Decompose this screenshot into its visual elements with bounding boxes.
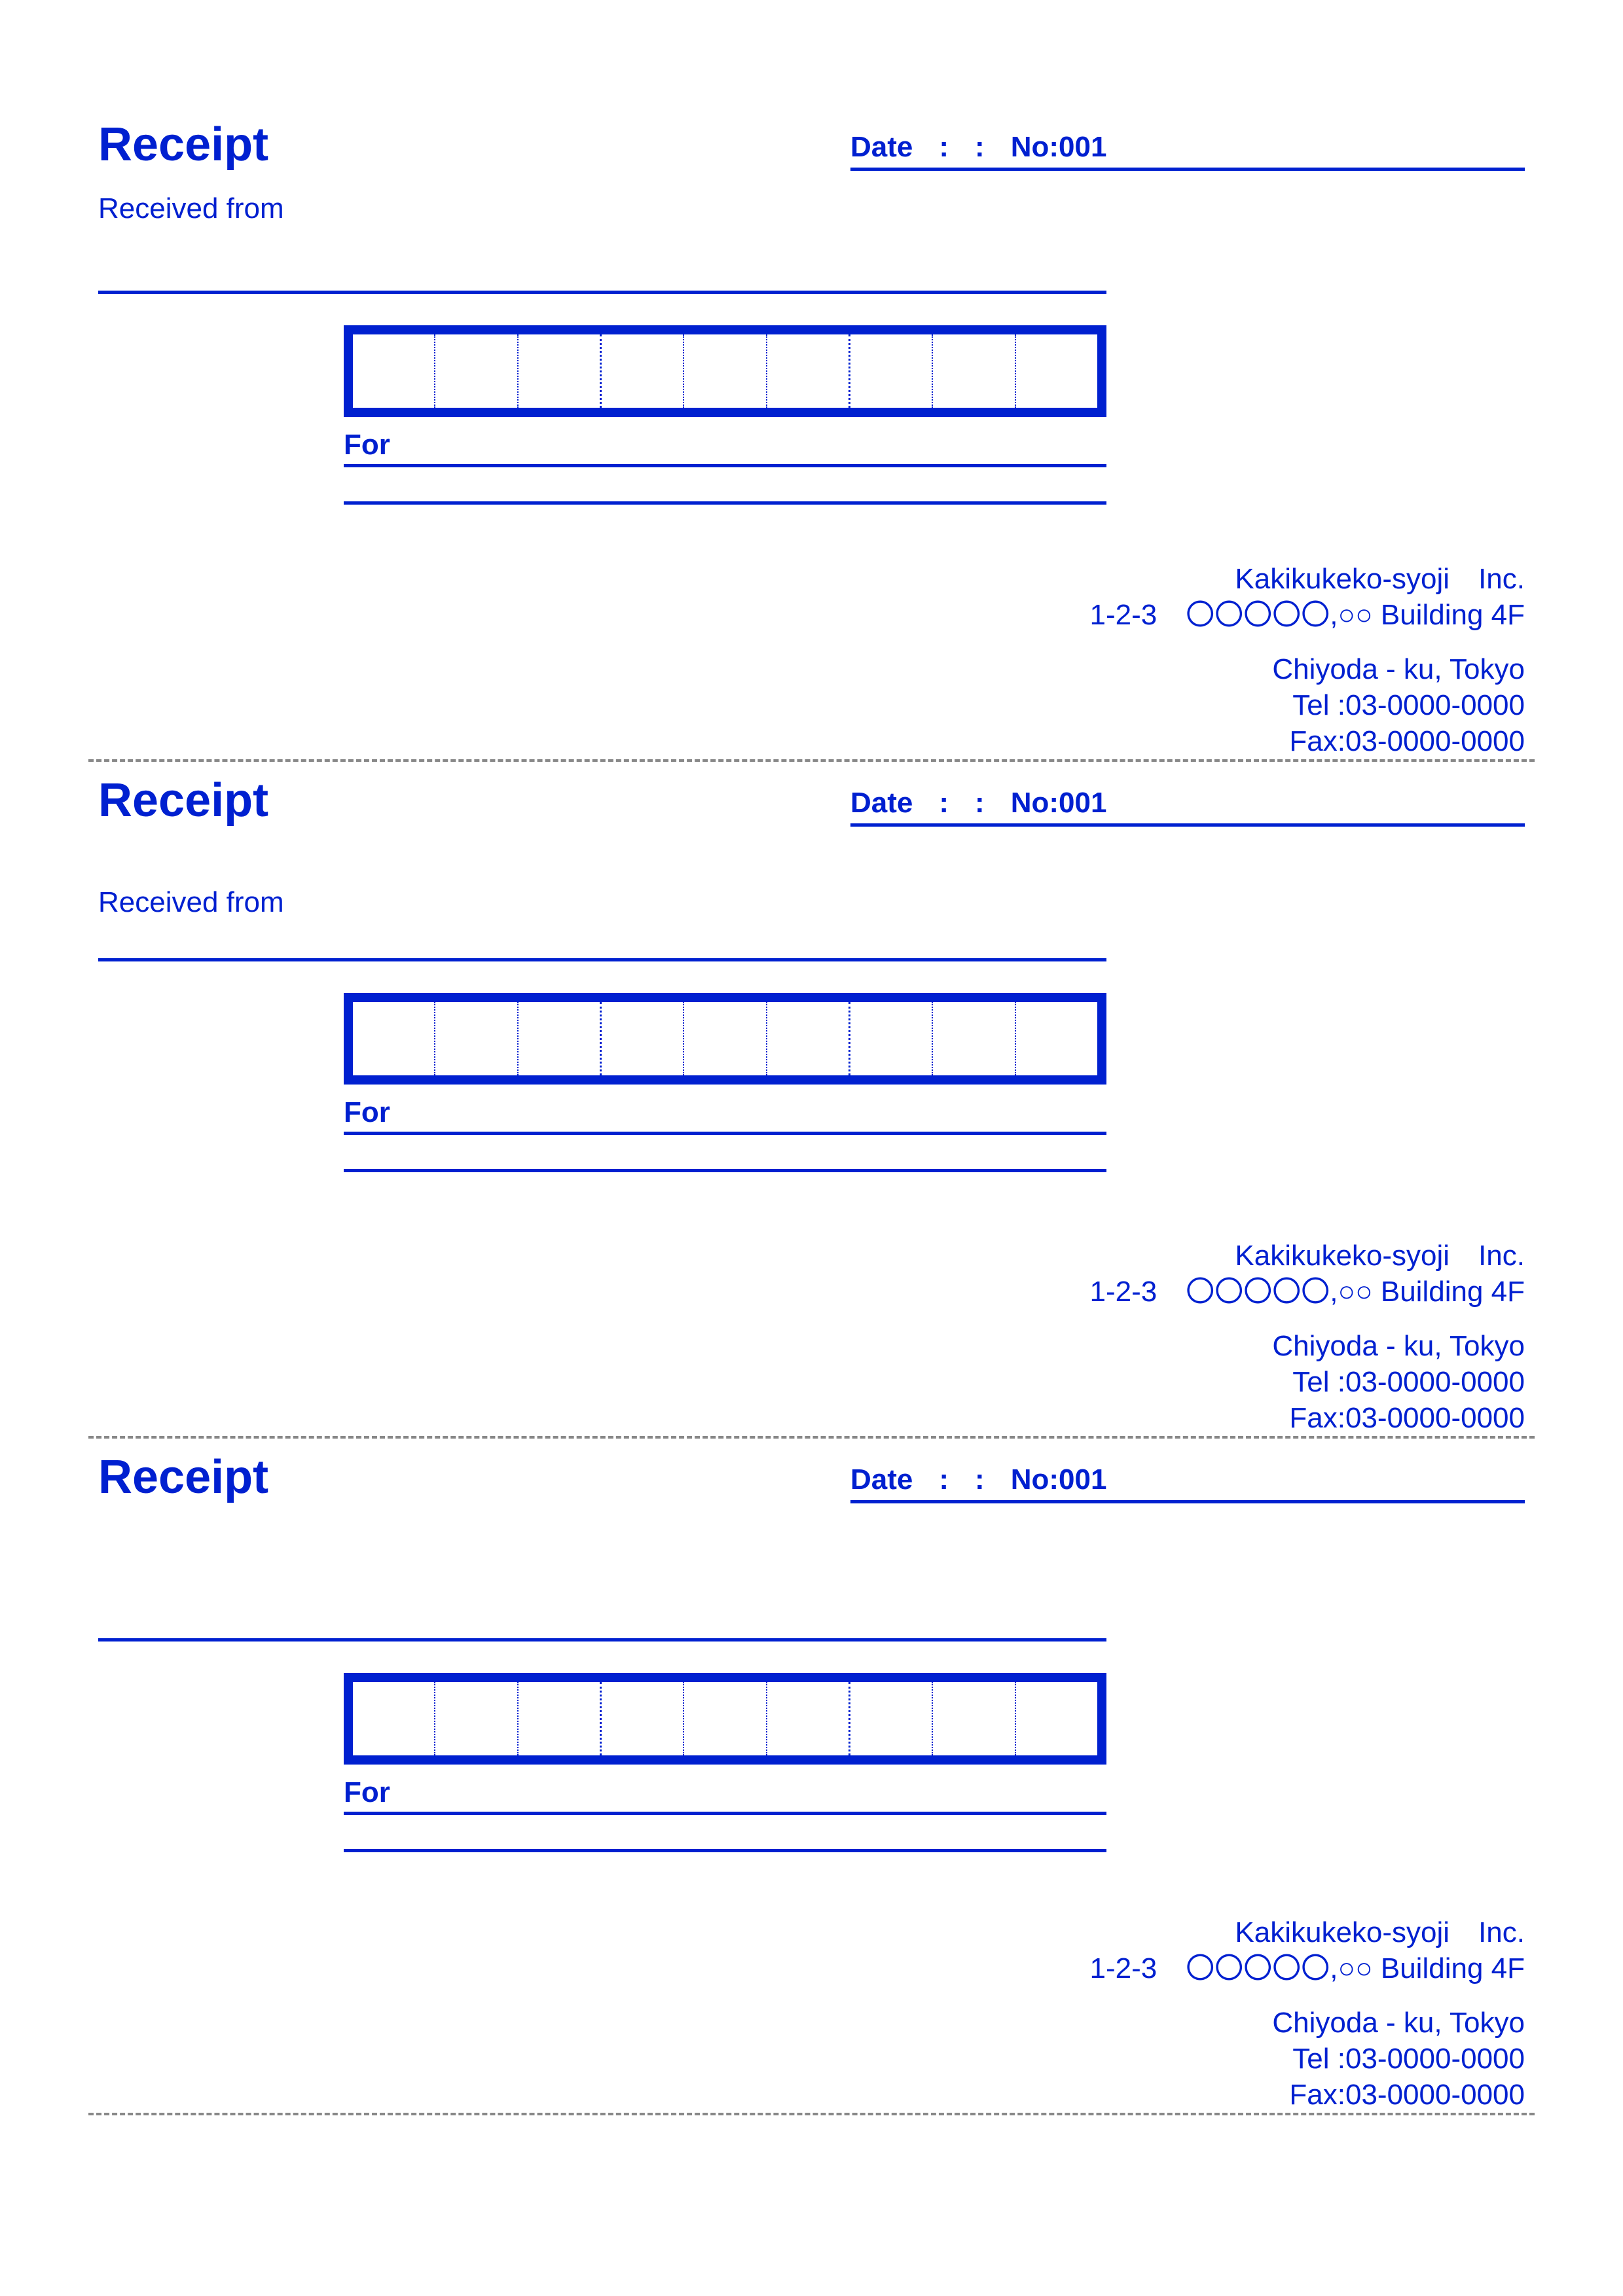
amount-cell <box>767 1682 850 1755</box>
date-number-line: Date : : No:001 <box>850 1463 1525 1503</box>
date-number-line: Date : : No:001 <box>850 787 1525 827</box>
amount-cell <box>767 334 850 408</box>
amount-cell <box>684 1682 767 1755</box>
company-fax: Fax:03-0000-0000 <box>1090 2077 1525 2113</box>
cut-line <box>88 2113 1535 2115</box>
amount-cell <box>850 1002 933 1075</box>
company-name: Kakikukeko-syoji Inc. <box>1090 1914 1525 1950</box>
amount-cell <box>602 1682 684 1755</box>
for-line: For <box>344 429 1106 467</box>
blank-line <box>344 501 1106 505</box>
date-label: Date <box>850 131 913 164</box>
amount-cell <box>435 334 518 408</box>
receipt-slip: Receipt Date : : No:001 For Kakikukeko-s… <box>98 1439 1525 2113</box>
no-label: No: <box>1011 1463 1059 1496</box>
received-from-line <box>98 958 1106 961</box>
for-line: For <box>344 1776 1106 1815</box>
amount-cell <box>353 334 435 408</box>
received-from-label: Received from <box>98 886 1525 919</box>
no-field: No:001 <box>1011 1463 1107 1496</box>
date-number-line: Date : : No:001 <box>850 131 1525 171</box>
no-label: No: <box>1011 787 1059 819</box>
company-name: Kakikukeko-syoji Inc. <box>1090 561 1525 597</box>
date-sep: : <box>939 131 949 164</box>
date-label: Date <box>850 787 913 819</box>
for-line: For <box>344 1096 1106 1135</box>
no-value: 001 <box>1059 787 1106 819</box>
amount-cell <box>767 1002 850 1075</box>
amount-cell <box>602 1002 684 1075</box>
no-value: 001 <box>1059 131 1106 163</box>
company-fax: Fax:03-0000-0000 <box>1090 723 1525 759</box>
amount-cell <box>519 1682 602 1755</box>
amount-cell <box>850 1682 933 1755</box>
no-label: No: <box>1011 131 1059 163</box>
amount-cell <box>1016 1682 1097 1755</box>
company-tel: Tel :03-0000-0000 <box>1090 2041 1525 2077</box>
amount-cell <box>933 334 1015 408</box>
no-value: 001 <box>1059 1463 1106 1496</box>
received-from-label: Received from <box>98 192 1525 225</box>
amount-cell <box>519 334 602 408</box>
company-name: Kakikukeko-syoji Inc. <box>1090 1238 1525 1274</box>
date-sep: : <box>939 1463 949 1496</box>
amount-cell <box>435 1002 518 1075</box>
amount-cell <box>850 334 933 408</box>
receipt-slip: Receipt Date : : No:001 Received from Fo… <box>98 118 1525 759</box>
company-addr2: Chiyoda - ku, Tokyo <box>1090 2005 1525 2041</box>
amount-box <box>344 993 1106 1085</box>
no-field: No:001 <box>1011 131 1107 164</box>
received-from-line <box>98 1638 1106 1641</box>
amount-cell <box>1016 1002 1097 1075</box>
company-addr1: 1-2-3 〇〇〇〇〇,○○ Building 4F <box>1090 1274 1525 1310</box>
amount-cell <box>519 1002 602 1075</box>
company-tel: Tel :03-0000-0000 <box>1090 1364 1525 1400</box>
company-tel: Tel :03-0000-0000 <box>1090 687 1525 723</box>
blank-line <box>344 1169 1106 1172</box>
received-from-line <box>98 291 1106 294</box>
company-addr2: Chiyoda - ku, Tokyo <box>1090 1328 1525 1364</box>
blank-line <box>344 1849 1106 1852</box>
amount-cell <box>435 1682 518 1755</box>
amount-cell <box>1016 334 1097 408</box>
amount-cell <box>602 334 684 408</box>
company-addr1: 1-2-3 〇〇〇〇〇,○○ Building 4F <box>1090 597 1525 633</box>
company-fax: Fax:03-0000-0000 <box>1090 1400 1525 1436</box>
amount-cell <box>353 1002 435 1075</box>
no-field: No:001 <box>1011 787 1107 819</box>
date-label: Date <box>850 1463 913 1496</box>
amount-cell <box>933 1682 1015 1755</box>
company-addr1: 1-2-3 〇〇〇〇〇,○○ Building 4F <box>1090 1950 1525 1986</box>
date-sep: : <box>939 787 949 819</box>
amount-box <box>344 1673 1106 1765</box>
amount-cell <box>353 1682 435 1755</box>
amount-cell <box>684 334 767 408</box>
company-block: Kakikukeko-syoji Inc. 1-2-3 〇〇〇〇〇,○○ Bui… <box>1090 561 1525 759</box>
date-sep: : <box>975 1463 985 1496</box>
company-block: Kakikukeko-syoji Inc. 1-2-3 〇〇〇〇〇,○○ Bui… <box>1090 1914 1525 2113</box>
date-sep: : <box>975 787 985 819</box>
amount-box <box>344 325 1106 417</box>
amount-cell <box>684 1002 767 1075</box>
amount-cell <box>933 1002 1015 1075</box>
date-sep: : <box>975 131 985 164</box>
company-block: Kakikukeko-syoji Inc. 1-2-3 〇〇〇〇〇,○○ Bui… <box>1090 1238 1525 1436</box>
company-addr2: Chiyoda - ku, Tokyo <box>1090 651 1525 687</box>
receipt-slip: Receipt Date : : No:001 Received from Fo… <box>98 762 1525 1436</box>
